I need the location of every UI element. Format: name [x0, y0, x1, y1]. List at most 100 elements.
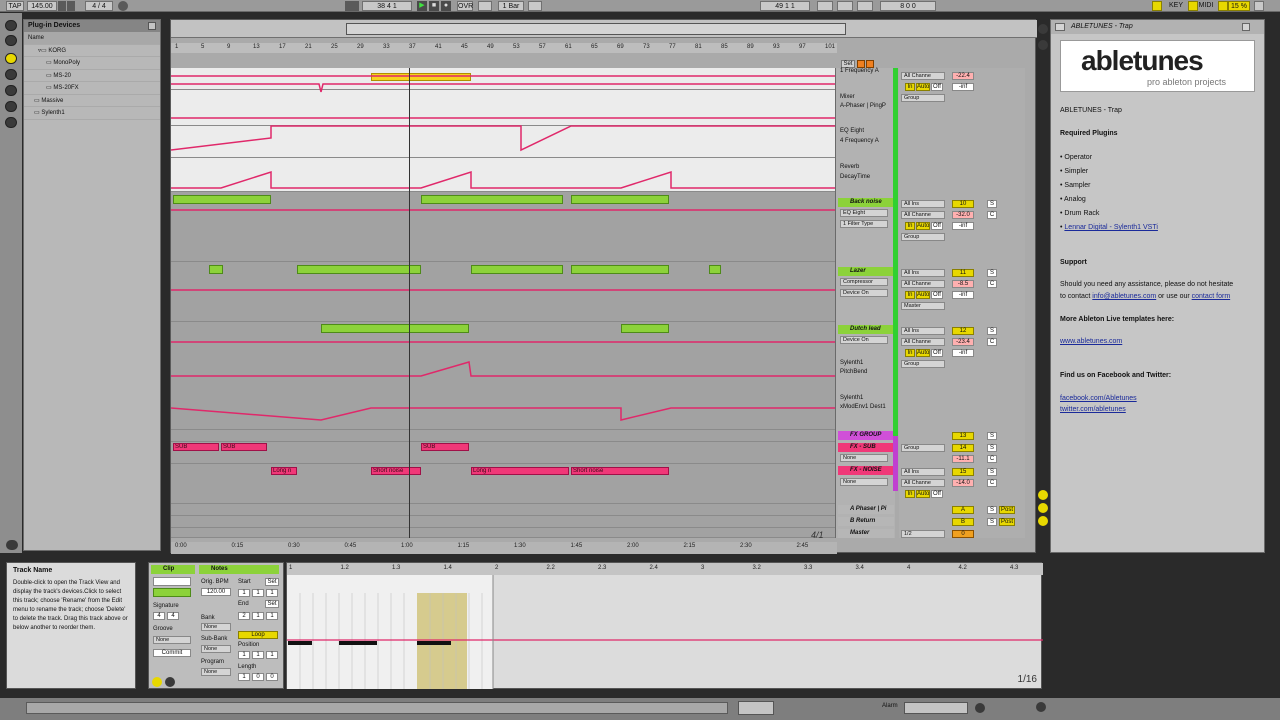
- monitor-auto-button[interactable]: Auto: [916, 490, 930, 498]
- output-chooser[interactable]: Group: [901, 233, 945, 241]
- input-chooser[interactable]: All Ins: [901, 468, 945, 476]
- browser-item-sylenth1[interactable]: ▭ Sylenth1: [24, 107, 160, 120]
- io-toggle-icon[interactable]: [1038, 24, 1048, 34]
- contact-form-link[interactable]: contact form: [1192, 293, 1231, 300]
- envelope-toggle-icon[interactable]: [165, 677, 175, 687]
- file-browser-3-icon[interactable]: [5, 101, 17, 112]
- browser-toggle-icon[interactable]: [6, 540, 18, 550]
- cue-button[interactable]: C: [987, 280, 997, 288]
- midi-note-editor[interactable]: 1/16 1 1.2 1.3 1.4 2 2.2 2.3 2.4 3 3.2 3.3 3.4 4 4.2 4…: [286, 562, 1043, 689]
- track-activator[interactable]: 10: [952, 200, 974, 208]
- track-name-back-noise[interactable]: Back noise: [838, 198, 894, 207]
- position-field[interactable]: 1: [266, 651, 278, 659]
- hot-swap-icon[interactable]: [5, 117, 17, 128]
- pan-field[interactable]: -inf: [952, 349, 974, 357]
- volume-field[interactable]: -11.1: [952, 455, 974, 463]
- length-field[interactable]: 0: [266, 673, 278, 681]
- plugin-devices-icon[interactable]: [5, 35, 17, 46]
- volume-toggle-icon[interactable]: [1038, 516, 1048, 526]
- overview-window[interactable]: [346, 23, 846, 35]
- set-locator-button[interactable]: Set: [841, 60, 855, 68]
- volume-field[interactable]: -14.0: [952, 479, 974, 487]
- auto-param-label[interactable]: PitchBend: [836, 369, 896, 375]
- start-field[interactable]: 1: [252, 589, 264, 597]
- start-set-button[interactable]: Set: [265, 578, 279, 586]
- return-a-activator[interactable]: A: [952, 506, 974, 514]
- mixer-toggle-icon[interactable]: [1038, 490, 1048, 500]
- param-chooser[interactable]: Device On: [840, 336, 888, 344]
- track-name-dutch-lead[interactable]: Dutch lead: [838, 325, 894, 334]
- clip-color-swatch[interactable]: [153, 588, 191, 597]
- start-field[interactable]: 1: [266, 589, 278, 597]
- device-chooser[interactable]: EQ Eight: [840, 209, 888, 217]
- returns-toggle-icon[interactable]: [1038, 503, 1048, 513]
- sends-toggle-icon[interactable]: [1038, 40, 1048, 50]
- loop-length-field[interactable]: 8 0 0: [880, 1, 936, 11]
- track-activator[interactable]: 11: [952, 269, 974, 277]
- track-name-fx-noise[interactable]: FX - NOISE: [838, 466, 894, 475]
- monitor-in-button[interactable]: In: [905, 291, 915, 299]
- sig-numerator[interactable]: 4: [153, 612, 165, 620]
- browser-item-massive[interactable]: ▭ Massive: [24, 95, 160, 107]
- output-chooser[interactable]: Group: [901, 360, 945, 368]
- key-map-button[interactable]: KEY: [1166, 1, 1186, 11]
- auto-device-label[interactable]: Sylenth1: [836, 360, 896, 366]
- track-name-master[interactable]: Master: [838, 529, 894, 538]
- record-icon[interactable]: ●: [441, 1, 451, 11]
- support-email-link[interactable]: info@abletunes.com: [1092, 293, 1156, 300]
- clip-name-field[interactable]: [153, 577, 191, 586]
- monitor-auto-button[interactable]: Auto: [916, 349, 930, 357]
- channel-chooser[interactable]: All Channe: [901, 479, 945, 487]
- track-name-fx-group[interactable]: FX GROUP: [838, 431, 894, 440]
- grid-setting[interactable]: 1/16: [1018, 674, 1037, 685]
- auto-param-label[interactable]: xModEnv1 Dest1: [836, 404, 896, 410]
- output-chooser[interactable]: Group: [901, 444, 945, 452]
- close-icon[interactable]: [148, 22, 156, 30]
- detail-toggle-icon[interactable]: [975, 703, 985, 713]
- auto-param-label[interactable]: 4 Frequency A: [836, 138, 896, 144]
- monitor-off-button[interactable]: Off: [931, 349, 943, 357]
- orig-bpm-field[interactable]: 120.00: [201, 588, 231, 596]
- solo-button[interactable]: S: [987, 269, 997, 277]
- solo-button[interactable]: S: [987, 518, 997, 526]
- view-switch-icon[interactable]: [738, 701, 774, 715]
- input-chooser[interactable]: All Ins: [901, 269, 945, 277]
- cue-button[interactable]: C: [987, 211, 997, 219]
- overdub-button[interactable]: OVR: [457, 1, 473, 11]
- track-activator[interactable]: 13: [952, 432, 974, 440]
- channel-chooser[interactable]: All Channe: [901, 338, 945, 346]
- master-output-chooser[interactable]: 1/2: [901, 530, 945, 538]
- plugin-folder-icon[interactable]: [5, 53, 17, 64]
- midi-map-button[interactable]: MIDI: [1196, 1, 1216, 11]
- monitor-off-button[interactable]: Off: [931, 222, 943, 230]
- input-chooser[interactable]: All Ins: [901, 327, 945, 335]
- track-name-fx-sub[interactable]: FX - SUB: [838, 443, 894, 452]
- output-chooser[interactable]: Master: [901, 302, 945, 310]
- tempo-nudge-down[interactable]: [58, 1, 66, 11]
- browser-item-ms20fx[interactable]: ▭ MS-20FX: [24, 82, 160, 95]
- position-field[interactable]: 1: [238, 651, 250, 659]
- cue-button[interactable]: C: [987, 338, 997, 346]
- key-map-indicator[interactable]: [1152, 1, 1162, 11]
- track-lanes[interactable]: SUB SUB SUB Long n Short noise Long n Sh…: [171, 68, 837, 538]
- post-button[interactable]: Post: [999, 506, 1015, 514]
- channel-chooser[interactable]: All Channe: [901, 211, 945, 219]
- end-field[interactable]: 1: [252, 612, 264, 620]
- launch-toggle-icon[interactable]: [152, 677, 162, 687]
- clip-box-header[interactable]: Clip: [151, 565, 195, 574]
- tempo-nudge-up[interactable]: [67, 1, 75, 11]
- length-field[interactable]: 1: [238, 673, 250, 681]
- groove-chooser[interactable]: None: [153, 636, 191, 644]
- auto-device-label[interactable]: Mixer: [836, 94, 896, 100]
- volume-field[interactable]: -23.4: [952, 338, 974, 346]
- punch-out-icon[interactable]: [857, 1, 873, 11]
- pan-field[interactable]: -inf: [952, 291, 974, 299]
- auto-param-label[interactable]: DecayTime: [836, 174, 896, 180]
- punch-in-icon[interactable]: [837, 1, 853, 11]
- monitor-off-button[interactable]: Off: [931, 291, 943, 299]
- program-chooser[interactable]: None: [201, 668, 231, 676]
- volume-field[interactable]: -22.4: [952, 72, 974, 80]
- auto-device-label[interactable]: EQ Eight: [836, 128, 896, 134]
- input-chooser[interactable]: All Ins: [901, 200, 945, 208]
- quantize-menu[interactable]: 1 Bar: [498, 1, 524, 11]
